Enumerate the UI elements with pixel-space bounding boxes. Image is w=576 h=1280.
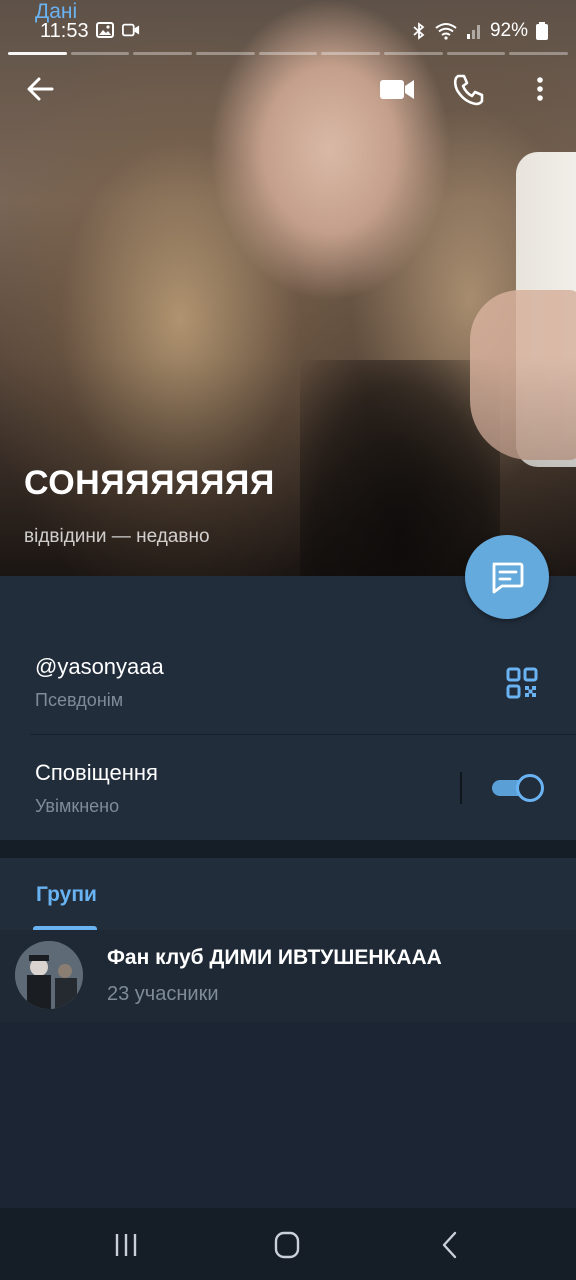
signal-icon (466, 25, 480, 39)
send-message-button[interactable] (465, 535, 549, 619)
story-segment (8, 52, 67, 55)
toggle-knob (516, 774, 544, 802)
system-nav-bar (0, 1208, 576, 1280)
group-member-count: 23 учасники (107, 983, 219, 1005)
notifications-title[interactable]: Сповіщення (35, 760, 158, 786)
divider (30, 734, 576, 735)
story-segment (321, 52, 381, 55)
story-segment (196, 52, 255, 55)
bluetooth-icon (413, 22, 425, 40)
group-avatar (15, 941, 83, 1009)
story-segment (384, 52, 443, 55)
profile-name: СОНЯЯЯЯЯЯЯ (24, 464, 275, 502)
home-icon[interactable] (267, 1230, 307, 1260)
notifications-caption: Увімкнено (35, 796, 120, 816)
message-icon (492, 562, 524, 594)
vertical-separator (460, 772, 462, 804)
battery-icon (536, 22, 548, 40)
recent-apps-icon[interactable] (106, 1230, 146, 1260)
section-gap (0, 840, 576, 858)
story-segment (70, 52, 130, 55)
status-bar: 11:53 92% (0, 0, 576, 52)
back-arrow-icon[interactable] (24, 72, 58, 106)
video-call-icon[interactable] (378, 72, 416, 106)
group-list-item[interactable] (0, 930, 576, 1022)
gallery-icon (96, 22, 114, 38)
group-name: Фан клуб ДИМИ ИВТУШЕНКААА (107, 946, 442, 969)
story-segment (509, 52, 569, 55)
tab-groups[interactable]: Групи (36, 883, 97, 907)
profile-last-seen: відвідини — недавно (24, 526, 210, 547)
wifi-icon (435, 23, 457, 40)
video-record-icon (122, 23, 140, 37)
profile-toolbar (0, 66, 576, 114)
username-value[interactable]: @yasonyaaa (35, 654, 164, 680)
battery-level: 92% (489, 20, 528, 41)
story-progress (8, 52, 569, 56)
notifications-toggle[interactable] (492, 772, 544, 802)
info-section-title: Дані (35, 0, 78, 23)
story-segment (446, 52, 506, 55)
qr-code-icon[interactable] (505, 666, 539, 700)
story-segment (258, 52, 318, 55)
story-segment (133, 52, 193, 55)
username-caption: Псевдонім (35, 690, 124, 710)
nav-back-icon[interactable] (430, 1230, 470, 1260)
more-vertical-icon[interactable] (528, 72, 552, 106)
phone-call-icon[interactable] (452, 72, 486, 106)
